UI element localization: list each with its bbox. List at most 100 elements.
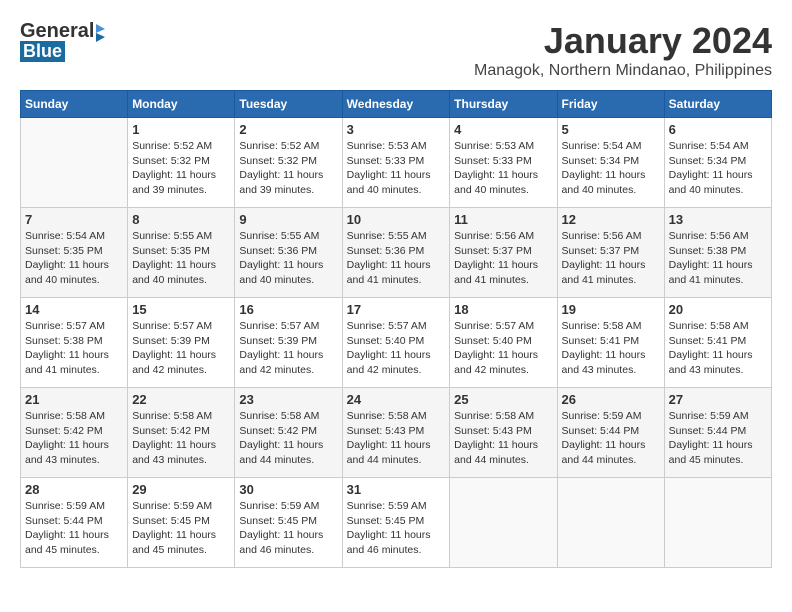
calendar-cell: 27 Sunrise: 5:59 AMSunset: 5:44 PMDayligh… — [664, 388, 771, 478]
day-info: Sunrise: 5:57 AMSunset: 5:40 PMDaylight:… — [454, 319, 552, 378]
day-info: Sunrise: 5:59 AMSunset: 5:45 PMDaylight:… — [132, 499, 230, 558]
calendar-cell: 6Sunrise: 5:54 AMSunset: 5:34 PMDaylight… — [664, 118, 771, 208]
calendar-week-row: 14 Sunrise: 5:57 AMSunset: 5:38 PMDayligh… — [21, 298, 772, 388]
day-info: Sunrise: 5:56 AMSunset: 5:38 PMDaylight:… — [669, 229, 767, 288]
day-info: Sunrise: 5:57 AMSunset: 5:39 PMDaylight:… — [239, 319, 337, 378]
logo: General Blue — [20, 20, 105, 62]
page-header: General Blue January 2024 Managok, North… — [20, 20, 772, 80]
calendar-cell — [21, 118, 128, 208]
calendar-cell: 18 Sunrise: 5:57 AMSunset: 5:40 PMDayligh… — [450, 298, 557, 388]
calendar-cell: 4 Sunrise: 5:53 AMSunset: 5:33 PMDaylight… — [450, 118, 557, 208]
month-title: January 2024 — [474, 20, 772, 62]
day-number: 21 — [25, 392, 123, 407]
day-info: Sunrise: 5:59 AMSunset: 5:44 PMDaylight:… — [25, 499, 123, 558]
title-block: January 2024 Managok, Northern Mindanao,… — [474, 20, 772, 80]
day-info: Sunrise: 5:58 AMSunset: 5:43 PMDaylight:… — [347, 409, 446, 468]
day-number: 14 — [25, 302, 123, 317]
weekday-header-row: SundayMondayTuesdayWednesdayThursdayFrid… — [21, 91, 772, 118]
day-number: 23 — [239, 392, 337, 407]
location-subtitle: Managok, Northern Mindanao, Philippines — [474, 62, 772, 80]
day-number: 8 — [132, 212, 230, 227]
calendar-cell: 13 Sunrise: 5:56 AMSunset: 5:38 PMDayligh… — [664, 208, 771, 298]
calendar-cell: 10Sunrise: 5:55 AMSunset: 5:36 PMDayligh… — [342, 208, 450, 298]
calendar-week-row: 1 Sunrise: 5:52 AMSunset: 5:32 PMDaylight… — [21, 118, 772, 208]
day-info: Sunrise: 5:54 AMSunset: 5:35 PMDaylight:… — [25, 229, 123, 288]
day-number: 31 — [347, 482, 446, 497]
day-info: Sunrise: 5:57 AMSunset: 5:40 PMDaylight:… — [347, 319, 446, 378]
day-info: Sunrise: 5:59 AMSunset: 5:45 PMDaylight:… — [347, 499, 446, 558]
day-info: Sunrise: 5:58 AMSunset: 5:42 PMDaylight:… — [25, 409, 123, 468]
day-info: Sunrise: 5:59 AMSunset: 5:44 PMDaylight:… — [562, 409, 660, 468]
calendar-cell: 23 Sunrise: 5:58 AMSunset: 5:42 PMDayligh… — [235, 388, 342, 478]
weekday-header-monday: Monday — [128, 91, 235, 118]
day-info: Sunrise: 5:56 AMSunset: 5:37 PMDaylight:… — [562, 229, 660, 288]
calendar-cell: 22 Sunrise: 5:58 AMSunset: 5:42 PMDayligh… — [128, 388, 235, 478]
day-info: Sunrise: 5:59 AMSunset: 5:44 PMDaylight:… — [669, 409, 767, 468]
calendar-cell: 11Sunrise: 5:56 AMSunset: 5:37 PMDayligh… — [450, 208, 557, 298]
weekday-header-tuesday: Tuesday — [235, 91, 342, 118]
calendar-cell: 25Sunrise: 5:58 AMSunset: 5:43 PMDayligh… — [450, 388, 557, 478]
day-number: 9 — [239, 212, 337, 227]
day-number: 18 — [454, 302, 552, 317]
calendar-cell: 26Sunrise: 5:59 AMSunset: 5:44 PMDayligh… — [557, 388, 664, 478]
calendar-cell — [450, 478, 557, 568]
day-number: 15 — [132, 302, 230, 317]
day-number: 24 — [347, 392, 446, 407]
calendar-week-row: 7 Sunrise: 5:54 AMSunset: 5:35 PMDaylight… — [21, 208, 772, 298]
calendar-cell — [664, 478, 771, 568]
day-number: 2 — [239, 122, 337, 137]
logo-blue-text: Blue — [23, 41, 62, 61]
day-info: Sunrise: 5:58 AMSunset: 5:41 PMDaylight:… — [669, 319, 767, 378]
day-info: Sunrise: 5:52 AMSunset: 5:32 PMDaylight:… — [239, 139, 337, 198]
day-info: Sunrise: 5:54 AMSunset: 5:34 PMDaylight:… — [562, 139, 660, 198]
day-number: 3 — [347, 122, 446, 137]
day-number: 4 — [454, 122, 552, 137]
day-info: Sunrise: 5:58 AMSunset: 5:43 PMDaylight:… — [454, 409, 552, 468]
day-number: 10 — [347, 212, 446, 227]
day-info: Sunrise: 5:57 AMSunset: 5:39 PMDaylight:… — [132, 319, 230, 378]
calendar-cell — [557, 478, 664, 568]
weekday-header-friday: Friday — [557, 91, 664, 118]
day-number: 12 — [562, 212, 660, 227]
day-number: 11 — [454, 212, 552, 227]
day-number: 7 — [25, 212, 123, 227]
calendar-cell: 30 Sunrise: 5:59 AMSunset: 5:45 PMDayligh… — [235, 478, 342, 568]
day-info: Sunrise: 5:59 AMSunset: 5:45 PMDaylight:… — [239, 499, 337, 558]
day-number: 16 — [239, 302, 337, 317]
calendar-cell: 20 Sunrise: 5:58 AMSunset: 5:41 PMDayligh… — [664, 298, 771, 388]
calendar-cell: 8 Sunrise: 5:55 AMSunset: 5:35 PMDaylight… — [128, 208, 235, 298]
day-info: Sunrise: 5:58 AMSunset: 5:42 PMDaylight:… — [132, 409, 230, 468]
day-number: 27 — [669, 392, 767, 407]
calendar-cell: 14 Sunrise: 5:57 AMSunset: 5:38 PMDayligh… — [21, 298, 128, 388]
day-number: 17 — [347, 302, 446, 317]
calendar-cell: 5 Sunrise: 5:54 AMSunset: 5:34 PMDaylight… — [557, 118, 664, 208]
day-info: Sunrise: 5:58 AMSunset: 5:42 PMDaylight:… — [239, 409, 337, 468]
day-number: 22 — [132, 392, 230, 407]
day-info: Sunrise: 5:53 AMSunset: 5:33 PMDaylight:… — [454, 139, 552, 198]
day-number: 30 — [239, 482, 337, 497]
day-number: 28 — [25, 482, 123, 497]
calendar-cell: 9 Sunrise: 5:55 AMSunset: 5:36 PMDaylight… — [235, 208, 342, 298]
day-number: 20 — [669, 302, 767, 317]
calendar-cell: 19Sunrise: 5:58 AMSunset: 5:41 PMDayligh… — [557, 298, 664, 388]
calendar-cell: 7 Sunrise: 5:54 AMSunset: 5:35 PMDaylight… — [21, 208, 128, 298]
logo-general-text: General — [20, 20, 94, 43]
calendar-cell: 3Sunrise: 5:53 AMSunset: 5:33 PMDaylight… — [342, 118, 450, 208]
calendar-cell: 2 Sunrise: 5:52 AMSunset: 5:32 PMDaylight… — [235, 118, 342, 208]
weekday-header-saturday: Saturday — [664, 91, 771, 118]
day-number: 1 — [132, 122, 230, 137]
day-info: Sunrise: 5:55 AMSunset: 5:36 PMDaylight:… — [239, 229, 337, 288]
calendar-cell: 15 Sunrise: 5:57 AMSunset: 5:39 PMDayligh… — [128, 298, 235, 388]
calendar-table: SundayMondayTuesdayWednesdayThursdayFrid… — [20, 90, 772, 568]
weekday-header-wednesday: Wednesday — [342, 91, 450, 118]
day-number: 19 — [562, 302, 660, 317]
day-info: Sunrise: 5:57 AMSunset: 5:38 PMDaylight:… — [25, 319, 123, 378]
day-number: 13 — [669, 212, 767, 227]
day-info: Sunrise: 5:54 AMSunset: 5:34 PMDaylight:… — [669, 139, 767, 198]
day-number: 5 — [562, 122, 660, 137]
day-info: Sunrise: 5:52 AMSunset: 5:32 PMDaylight:… — [132, 139, 230, 198]
calendar-cell: 17 Sunrise: 5:57 AMSunset: 5:40 PMDayligh… — [342, 298, 450, 388]
day-info: Sunrise: 5:55 AMSunset: 5:35 PMDaylight:… — [132, 229, 230, 288]
calendar-week-row: 21 Sunrise: 5:58 AMSunset: 5:42 PMDayligh… — [21, 388, 772, 478]
calendar-cell: 29Sunrise: 5:59 AMSunset: 5:45 PMDayligh… — [128, 478, 235, 568]
